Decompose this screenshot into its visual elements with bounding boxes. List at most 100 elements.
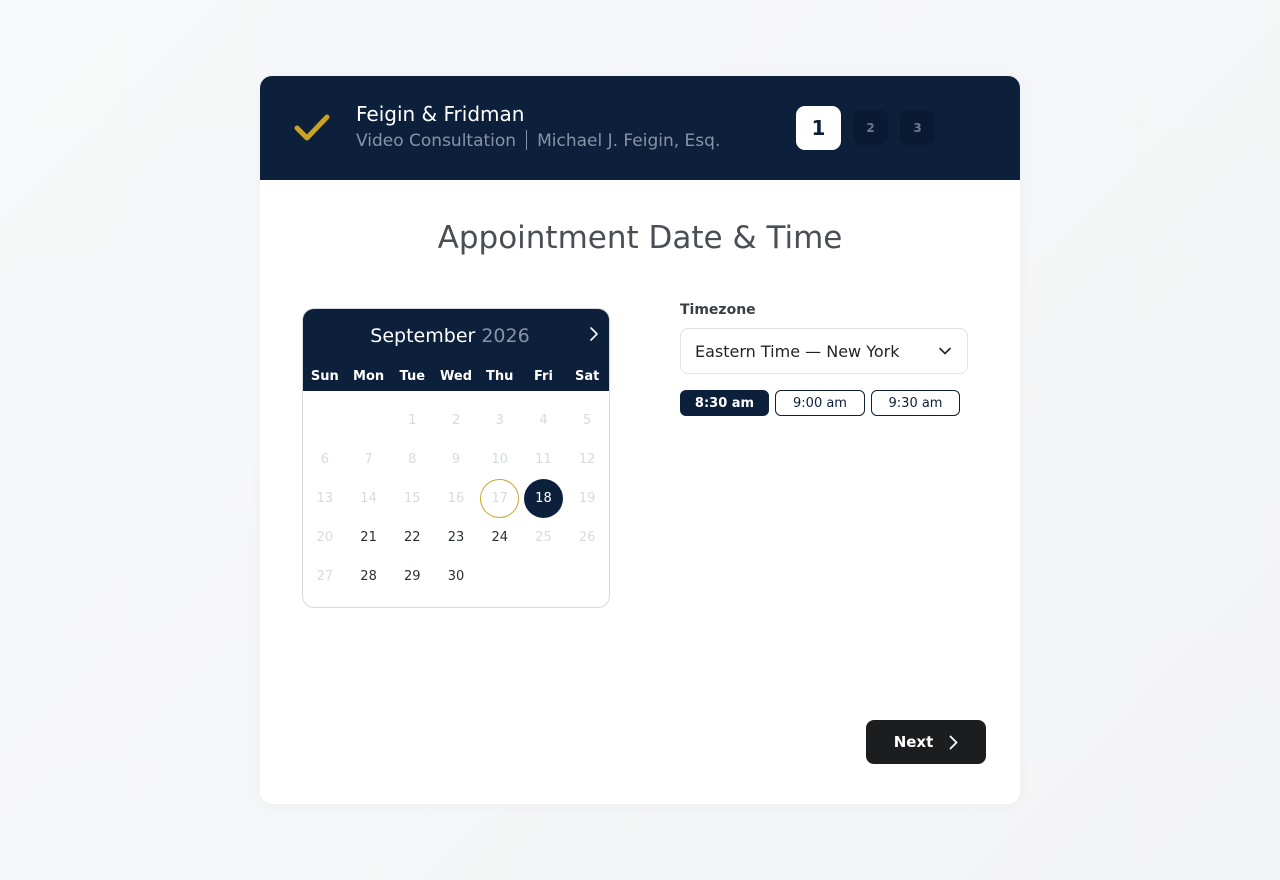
timezone-select[interactable]: Eastern Time — New York xyxy=(680,328,968,374)
calendar-day-18[interactable]: 18 xyxy=(522,479,566,518)
calendar-day-6: 6 xyxy=(303,440,347,479)
time-slot-9-30-am[interactable]: 9:30 am xyxy=(871,390,960,416)
time-slot-8-30-am[interactable]: 8:30 am xyxy=(680,390,769,416)
calendar-week-row: 6 7 8 9 10 11 12 xyxy=(303,440,609,479)
calendar-day-1: 1 xyxy=(390,401,434,440)
step-3[interactable]: 3 xyxy=(900,110,935,145)
calendar-day-label: 8 xyxy=(408,452,417,467)
chevron-right-icon xyxy=(949,735,958,749)
next-button[interactable]: Next xyxy=(866,720,986,764)
calendar-day-label: 29 xyxy=(404,569,421,584)
calendar-day-12: 12 xyxy=(565,440,609,479)
time-slot-list: 8:30 am 9:00 am 9:30 am xyxy=(680,390,966,416)
attorney-name: Michael J. Feigin, Esq. xyxy=(537,131,721,151)
calendar-day-label: 2 xyxy=(451,413,461,428)
calendar-day-15: 15 xyxy=(390,479,434,518)
calendar-day-label: 12 xyxy=(578,452,596,467)
calendar-week-row: 27 28 29 30 xyxy=(303,557,609,596)
calendar-day-label: 9 xyxy=(451,452,461,467)
calendar-day-5: 5 xyxy=(565,401,609,440)
calendar-week-row: 20 21 22 23 24 25 26 xyxy=(303,518,609,557)
calendar-day-label: 1 xyxy=(408,413,417,428)
service-type: Video Consultation xyxy=(356,131,517,151)
firm-name: Feigin & Fridman xyxy=(356,102,525,126)
calendar-day-label: 3 xyxy=(495,413,504,428)
time-slot-9-00-am[interactable]: 9:00 am xyxy=(775,390,865,416)
calendar-day-21[interactable]: 21 xyxy=(347,518,391,557)
timezone-label: Timezone xyxy=(680,302,756,318)
weekday-row: Sun Mon Tue Wed Thu Fri Sat xyxy=(303,369,609,384)
calendar-day-label: 15 xyxy=(404,491,421,506)
calendar-day-7: 7 xyxy=(347,440,391,479)
subtitle-divider xyxy=(526,130,528,150)
calendar-day-19: 19 xyxy=(565,479,609,518)
calendar-day-17: 17 xyxy=(478,479,522,518)
calendar-day-label: 11 xyxy=(535,452,552,467)
calendar-day-label: 23 xyxy=(447,530,465,545)
calendar-day-24[interactable]: 24 xyxy=(478,518,522,557)
calendar-day-22[interactable]: 22 xyxy=(390,518,434,557)
calendar-day-23[interactable]: 23 xyxy=(434,518,478,557)
calendar-day-4: 4 xyxy=(522,401,566,440)
calendar-day-13: 13 xyxy=(303,479,347,518)
step-1[interactable]: 1 xyxy=(796,106,841,150)
calendar-day-29[interactable]: 29 xyxy=(390,557,434,596)
page-title: Appointment Date & Time xyxy=(437,220,843,256)
next-button-label: Next xyxy=(893,733,934,751)
date-picker: September 2026 Sun Mon Tue Wed Thu Fri Sat 1234… xyxy=(302,308,610,608)
calendar-day-label: 20 xyxy=(316,530,334,545)
calendar-empty-cell xyxy=(522,557,566,596)
calendar-header: September 2026 Sun Mon Tue Wed Thu Fri Sat xyxy=(303,309,609,391)
calendar-day-16: 16 xyxy=(434,479,478,518)
calendar-empty-cell xyxy=(478,557,522,596)
calendar-day-label: 18 xyxy=(535,491,552,506)
calendar-day-3: 3 xyxy=(478,401,522,440)
calendar-grid: 1 2 3 4 5 6 7 8 9 10 11 12 13 14 15 16 17 18 19 20 21 22 23 24 2… xyxy=(303,401,609,596)
calendar-day-label: 7 xyxy=(364,452,373,467)
chevron-down-icon xyxy=(939,347,951,355)
calendar-day-28[interactable]: 28 xyxy=(347,557,391,596)
weekday-wed: Wed xyxy=(440,369,473,384)
calendar-day-9: 9 xyxy=(434,440,478,479)
calendar-day-20: 20 xyxy=(303,518,347,557)
weekday-thu: Thu xyxy=(486,369,514,384)
weekday-sat: Sat xyxy=(574,369,600,384)
calendar-day-label: 10 xyxy=(491,452,508,467)
step-2[interactable]: 2 xyxy=(853,110,888,145)
calendar-day-label: 19 xyxy=(578,491,596,506)
booking-header: Feigin & Fridman Video Consultation Micha… xyxy=(260,76,1020,180)
calendar-day-label: 25 xyxy=(535,530,552,545)
calendar-day-label: 26 xyxy=(578,530,596,545)
calendar-day-label: 14 xyxy=(360,491,377,506)
calendar-day-10: 10 xyxy=(478,440,522,479)
calendar-day-2: 2 xyxy=(434,401,478,440)
step-indicator: 1 2 3 xyxy=(796,106,947,150)
month-year-label: September 2026 xyxy=(303,325,597,347)
next-month-chevron-icon[interactable] xyxy=(587,325,601,343)
calendar-day-label: 22 xyxy=(404,530,421,545)
calendar-day-label: 17 xyxy=(491,491,508,506)
calendar-day-30[interactable]: 30 xyxy=(434,557,478,596)
calendar-day-8: 8 xyxy=(390,440,434,479)
calendar-day-label: 24 xyxy=(491,530,508,545)
check-icon xyxy=(294,114,330,141)
calendar-day-label: 30 xyxy=(447,569,465,584)
calendar-day-label: 4 xyxy=(539,413,548,428)
calendar-day-27: 27 xyxy=(303,557,347,596)
booking-card: Feigin & Fridman Video Consultation Micha… xyxy=(260,76,1020,804)
consultation-subtitle: Video Consultation Michael J. Feigin, Esq… xyxy=(356,130,720,151)
calendar-day-26: 26 xyxy=(565,518,609,557)
weekday-fri: Fri xyxy=(533,369,553,384)
calendar-week-row: 1 2 3 4 5 xyxy=(303,401,609,440)
month-name: September xyxy=(370,325,476,347)
calendar-day-label: 5 xyxy=(583,413,592,428)
calendar-day-label: 21 xyxy=(360,530,377,545)
weekday-tue: Tue xyxy=(399,369,426,384)
calendar-empty-cell xyxy=(347,401,391,440)
calendar-day-label: 6 xyxy=(320,452,329,467)
calendar-day-label: 28 xyxy=(360,569,377,584)
calendar-day-14: 14 xyxy=(347,479,391,518)
calendar-day-label: 16 xyxy=(447,491,465,506)
calendar-day-25: 25 xyxy=(522,518,566,557)
calendar-empty-cell xyxy=(303,401,347,440)
